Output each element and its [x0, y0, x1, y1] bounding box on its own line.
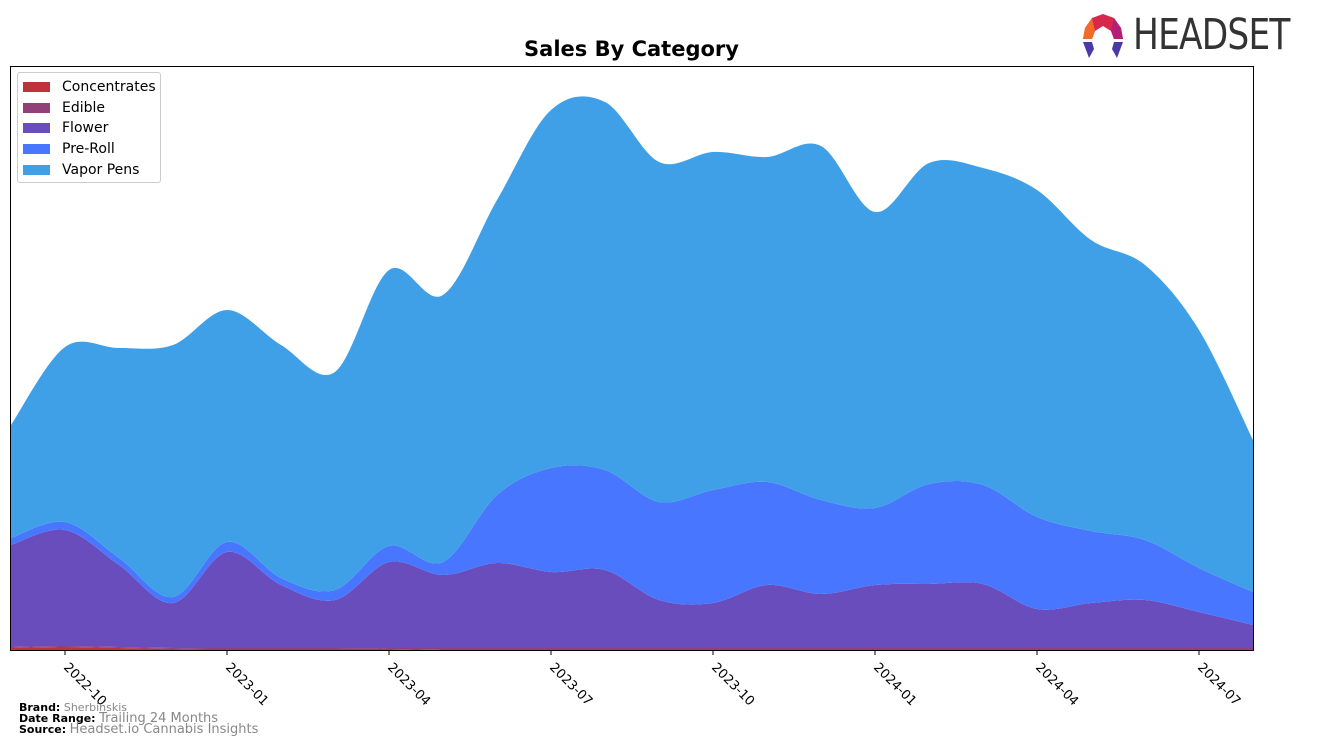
- legend: Concentrates Edible Flower Pre-Roll Vapo…: [17, 72, 161, 183]
- x-tick-label: 2023-10: [708, 660, 757, 709]
- legend-swatch-vapor-pens: [23, 165, 50, 175]
- footer-source: Source: Headset.io Cannabis Insights: [19, 722, 259, 737]
- headset-logo: HEADSET: [1078, 10, 1308, 62]
- chart-plot: 2022-10 2023-01 2023-04 2023-07 2023-10 2024-…: [10, 66, 1254, 709]
- x-tick-label: 2024-01: [870, 660, 919, 709]
- legend-label: Pre-Roll: [62, 141, 115, 157]
- legend-item-pre-roll: Pre-Roll: [23, 140, 115, 158]
- legend-label: Edible: [62, 100, 106, 116]
- legend-item-flower: Flower: [23, 119, 108, 137]
- legend-swatch-flower: [23, 123, 50, 133]
- x-tick-label: 2024-04: [1032, 660, 1081, 709]
- logo-text: HEADSET: [1133, 10, 1290, 60]
- legend-item-vapor-pens: Vapor Pens: [23, 161, 139, 179]
- legend-item-edible: Edible: [23, 99, 105, 117]
- chart-title: Sales By Category: [524, 37, 739, 61]
- source-value: Headset.io Cannabis Insights: [69, 722, 259, 737]
- legend-item-concentrates: Concentrates: [23, 78, 156, 96]
- legend-label: Flower: [62, 120, 109, 136]
- legend-swatch-pre-roll: [23, 144, 50, 154]
- x-tick-label: 2023-07: [546, 660, 595, 709]
- stacked-areas: [11, 96, 1253, 651]
- x-tick-label: 2023-01: [222, 660, 271, 709]
- legend-swatch-concentrates: [23, 82, 50, 92]
- headset-logo-icon: [1083, 14, 1123, 58]
- source-label: Source:: [19, 723, 67, 736]
- x-axis: 2022-10 2023-01 2023-04 2023-07 2023-10 2024-…: [60, 650, 1243, 709]
- x-tick-label: 2024-07: [1194, 660, 1243, 709]
- legend-swatch-edible: [23, 103, 50, 113]
- legend-label: Vapor Pens: [62, 162, 140, 178]
- x-tick-label: 2023-04: [384, 660, 433, 709]
- legend-label: Concentrates: [62, 79, 156, 95]
